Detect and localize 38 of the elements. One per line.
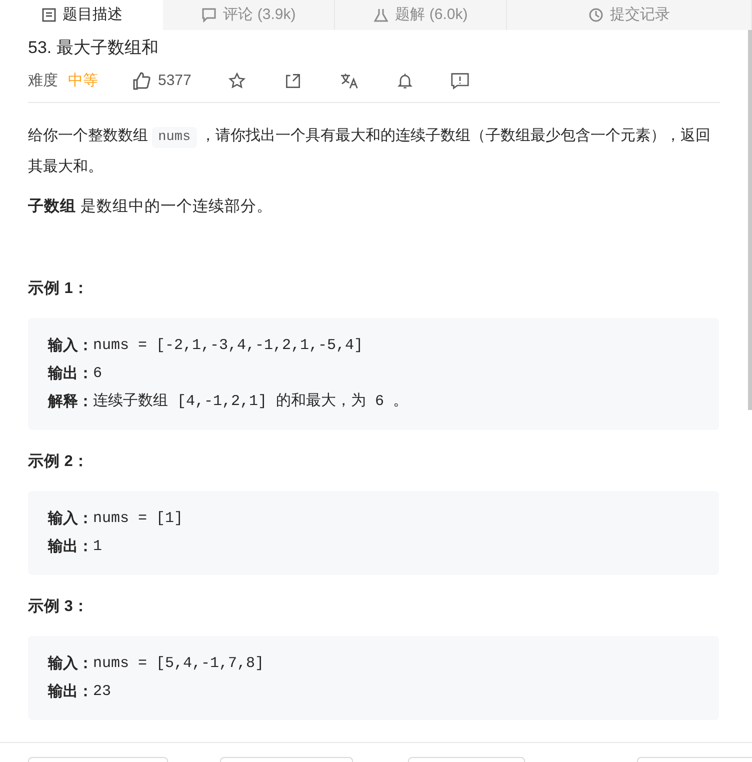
star-icon[interactable] <box>228 72 246 90</box>
tab[interactable]: 提交记录 <box>507 0 752 30</box>
feedback-icon[interactable] <box>450 72 470 90</box>
tab[interactable]: 题目描述 <box>0 0 163 30</box>
bell-icon[interactable] <box>396 72 414 90</box>
document-icon <box>40 7 56 23</box>
flask-icon <box>373 7 390 23</box>
difficulty-label: 难度 <box>28 70 58 91</box>
example-heading: 示例 1： <box>28 279 90 299</box>
line-label: 解释： <box>48 392 93 412</box>
line-label: 输入： <box>48 336 93 356</box>
comment-icon <box>201 7 218 23</box>
line-label: 输出： <box>48 682 93 702</box>
description-paragraph: 给你一个整数数组 nums ，请你找出一个具有最大和的连续子数组（子数组最少包含一个元素），返回其最大和。 <box>28 126 712 177</box>
tab[interactable]: 评论 (3.9k) <box>163 0 335 30</box>
note-paragraph: 子数组 是数组中的一个连续部分。 <box>28 197 274 217</box>
line-value: nums = [5,4,-1,7,8] <box>93 654 264 674</box>
line-value: 1 <box>93 537 102 557</box>
line-value: nums = [1] <box>93 509 184 529</box>
clock-icon <box>588 7 604 23</box>
line-value: 6 <box>93 364 102 384</box>
line-value: 连续子数组 [4,-1,2,1] 的和最大，为 6 。 <box>93 392 408 412</box>
line-value: nums = [-2,1,-3,4,-1,2,1,-5,4] <box>93 336 364 356</box>
thumbs-up-icon <box>132 71 152 91</box>
scrollbar[interactable] <box>748 30 752 410</box>
line-label: 输出： <box>48 364 93 384</box>
line-label: 输入： <box>48 509 93 529</box>
translate-icon[interactable] <box>340 72 360 90</box>
tab[interactable]: 题解 (6.0k) <box>335 0 507 30</box>
line-label: 输入： <box>48 654 93 674</box>
problem-title: 53. 最大子数组和 <box>28 37 160 59</box>
example-heading: 示例 3： <box>28 597 90 617</box>
difficulty-level: 中等 <box>68 70 98 91</box>
like-button[interactable]: 5377 <box>132 70 192 92</box>
share-icon[interactable] <box>284 72 302 90</box>
line-label: 输出： <box>48 537 93 557</box>
example-heading: 示例 2： <box>28 452 90 472</box>
line-value: 23 <box>93 682 112 702</box>
